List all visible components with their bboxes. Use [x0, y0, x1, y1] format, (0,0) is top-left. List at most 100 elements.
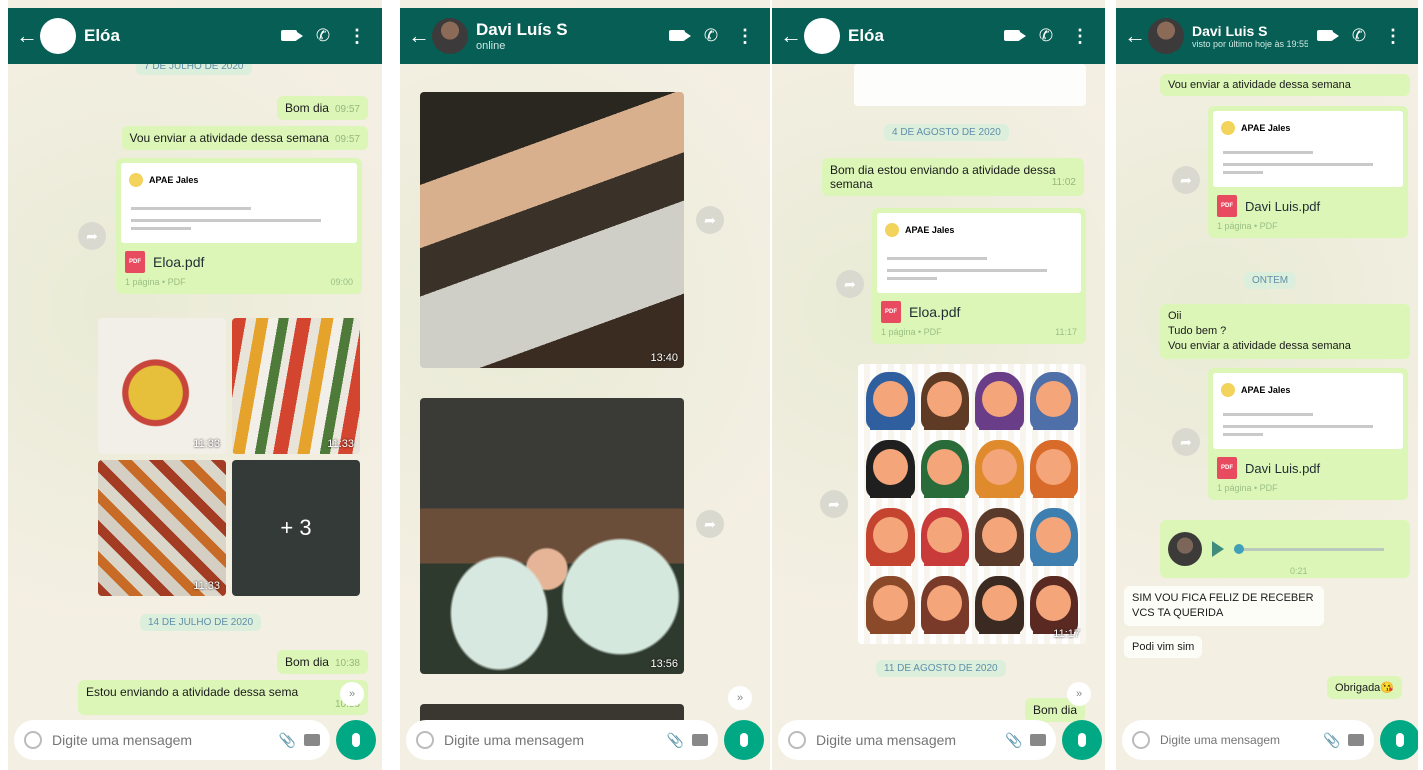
- message-bubble-out[interactable]: Vou enviar a atividade dessa semana: [1160, 74, 1410, 96]
- contact-info[interactable]: Davi Luis S visto por último hoje às 19:…: [1192, 23, 1308, 49]
- forward-icon[interactable]: ➦: [836, 270, 864, 298]
- chat-header: ← Davi Luís S online ✆ ⋮: [400, 8, 770, 64]
- message-bubble-out[interactable]: Obrigada😘: [1327, 676, 1402, 699]
- document-org: APAE Jales: [1241, 384, 1291, 395]
- document-preview: APAE Jales: [1213, 111, 1403, 187]
- document-info: 1 página • PDF: [1217, 483, 1278, 493]
- forward-icon[interactable]: ➦: [1172, 428, 1200, 456]
- document-message[interactable]: APAE Jales PDF Eloa.pdf 1 página • PDF 0…: [116, 158, 362, 294]
- message-bubble-in[interactable]: Podi vim sim: [1124, 636, 1203, 658]
- scroll-down-icon[interactable]: »: [728, 686, 752, 710]
- date-separator: 11 DE AGOSTO DE 2020: [876, 660, 1006, 677]
- emoji-icon[interactable]: [1132, 731, 1150, 749]
- camera-icon[interactable]: [692, 734, 708, 746]
- camera-icon[interactable]: [1348, 734, 1365, 746]
- message-input[interactable]: [1160, 733, 1315, 747]
- back-arrow-icon[interactable]: ←: [408, 23, 430, 49]
- chat-header: ← Elóa ✆ ⋮: [8, 8, 382, 64]
- image-message[interactable]: [854, 64, 1086, 106]
- emoji-icon[interactable]: [416, 731, 434, 749]
- contact-info[interactable]: Davi Luís S online: [476, 20, 660, 52]
- contact-info[interactable]: Elóa: [848, 26, 995, 46]
- message-bubble-out[interactable]: Bom dia estou enviando a atividade dessa…: [822, 158, 1084, 196]
- more-media-button[interactable]: + 3: [232, 460, 360, 596]
- message-bubble-out[interactable]: Oii Tudo bem ? Vou enviar a atividade de…: [1160, 304, 1410, 359]
- attach-icon[interactable]: 📎: [1323, 732, 1340, 749]
- mic-button[interactable]: [1062, 720, 1103, 760]
- video-call-icon[interactable]: [272, 28, 306, 45]
- attach-icon[interactable]: 📎: [279, 732, 296, 749]
- audio-duration: 0:21: [1290, 566, 1308, 576]
- message-text: Vou enviar a atividade dessa semana: [1168, 79, 1351, 91]
- back-arrow-icon[interactable]: ←: [780, 23, 802, 49]
- message-bubble-out[interactable]: Bom dia 10:38: [276, 650, 368, 674]
- attach-icon[interactable]: 📎: [667, 732, 684, 749]
- back-arrow-icon[interactable]: ←: [1124, 23, 1146, 49]
- document-info: 1 página • PDF: [1217, 221, 1278, 231]
- image-message[interactable]: 11:33: [232, 318, 360, 454]
- contact-status: visto por último hoje às 19:55: [1192, 39, 1308, 49]
- phone-call-icon[interactable]: ✆: [694, 26, 728, 46]
- message-bubble-out[interactable]: Estou enviando a atividade dessa sema10:…: [78, 680, 368, 715]
- emoji-icon[interactable]: [24, 731, 42, 749]
- contact-avatar[interactable]: [40, 18, 76, 54]
- message-bubble-out[interactable]: Vou enviar a atividade dessa semana 09:57: [121, 126, 368, 150]
- document-message[interactable]: APAE Jales PDF Davi Luis.pdf 1 página • …: [1208, 368, 1408, 500]
- phone-call-icon[interactable]: ✆: [1029, 26, 1063, 46]
- message-bubble-in[interactable]: SIM VOU FICA FELIZ DE RECEBER VCS TA QUE…: [1124, 586, 1324, 626]
- chat-panel-davi-1: ← Davi Luís S online ✆ ⋮ 13:40 ➦ 13:56 ➦…: [400, 0, 770, 770]
- message-input[interactable]: [52, 732, 271, 748]
- contact-avatar[interactable]: [432, 18, 468, 54]
- image-message[interactable]: 11:33: [98, 460, 226, 596]
- document-info: 1 página • PDF: [125, 277, 186, 287]
- emoji-icon[interactable]: [788, 731, 806, 749]
- camera-icon[interactable]: [1030, 734, 1047, 746]
- attach-icon[interactable]: 📎: [1005, 732, 1022, 749]
- more-options-icon[interactable]: ⋮: [728, 26, 762, 47]
- contact-avatar[interactable]: [804, 18, 840, 54]
- phone-call-icon[interactable]: ✆: [1342, 26, 1376, 46]
- video-call-icon[interactable]: [995, 28, 1029, 45]
- composer: 📎: [1122, 718, 1418, 762]
- more-options-icon[interactable]: ⋮: [340, 26, 374, 47]
- more-options-icon[interactable]: ⋮: [1063, 26, 1097, 47]
- audio-seek-handle[interactable]: [1234, 543, 1244, 554]
- scroll-down-icon[interactable]: »: [340, 682, 364, 706]
- sender-avatar: [1168, 532, 1202, 566]
- chat-header: ← Elóa ✆ ⋮: [772, 8, 1105, 64]
- more-options-icon[interactable]: ⋮: [1376, 26, 1410, 47]
- mic-button[interactable]: [1380, 720, 1418, 760]
- image-message[interactable]: 11:33: [98, 318, 226, 454]
- pdf-icon: PDF: [1217, 457, 1237, 479]
- camera-icon[interactable]: [304, 734, 320, 746]
- message-text: Vou enviar a atividade dessa semana: [129, 131, 329, 145]
- contact-avatar[interactable]: [1148, 18, 1184, 54]
- forward-icon[interactable]: ➦: [78, 222, 106, 250]
- voice-message[interactable]: 0:21: [1160, 520, 1410, 578]
- contact-status: online: [476, 40, 506, 52]
- message-input[interactable]: [816, 732, 997, 748]
- message-input[interactable]: [444, 732, 659, 748]
- back-arrow-icon[interactable]: ←: [16, 23, 38, 49]
- document-message[interactable]: APAE Jales PDF Eloa.pdf 1 página • PDF 1…: [872, 208, 1086, 344]
- message-bubble-out[interactable]: Bom dia 09:57: [276, 96, 368, 120]
- contact-info[interactable]: Elóa: [84, 26, 272, 46]
- play-icon[interactable]: [1212, 541, 1224, 557]
- image-message[interactable]: 13:40: [420, 92, 684, 368]
- forward-icon[interactable]: ➦: [820, 490, 848, 518]
- document-message[interactable]: APAE Jales PDF Davi Luis.pdf 1 página • …: [1208, 106, 1408, 238]
- audio-progress[interactable]: [1234, 543, 1384, 554]
- forward-icon[interactable]: ➦: [1172, 166, 1200, 194]
- mic-button[interactable]: [336, 720, 376, 760]
- image-message[interactable]: 13:56: [420, 398, 684, 674]
- forward-icon[interactable]: ➦: [696, 510, 724, 538]
- video-call-icon[interactable]: [1308, 28, 1342, 45]
- video-call-icon[interactable]: [660, 28, 694, 45]
- image-message[interactable]: 11:17: [858, 364, 1086, 644]
- phone-call-icon[interactable]: ✆: [306, 26, 340, 46]
- scroll-down-icon[interactable]: »: [1067, 682, 1091, 706]
- mic-button[interactable]: [724, 720, 764, 760]
- document-name: Davi Luis.pdf: [1245, 198, 1321, 214]
- message-text-line: Oii: [1168, 310, 1182, 322]
- forward-icon[interactable]: ➦: [696, 206, 724, 234]
